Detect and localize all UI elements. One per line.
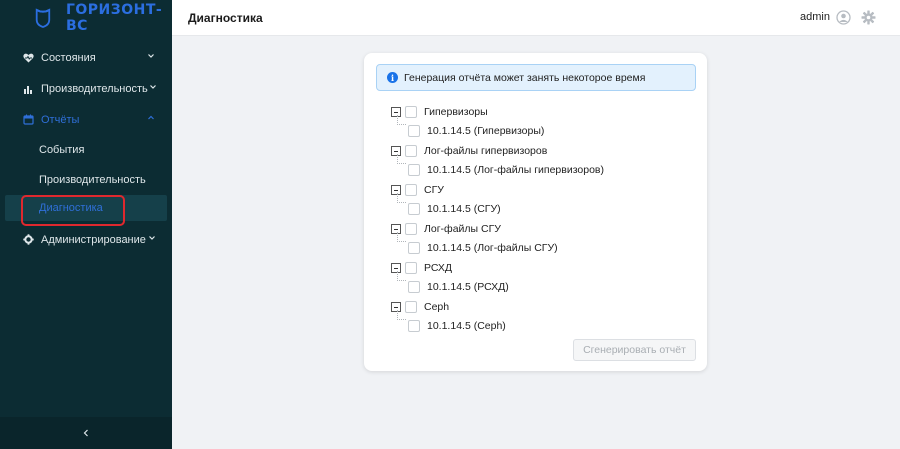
tree-leaf: 10.1.14.5 (Ceph): [408, 317, 506, 335]
group-checkbox[interactable]: [405, 145, 417, 157]
tree-group-label: РСХД: [424, 262, 452, 274]
info-text: Генерация отчёта может занять некоторое …: [404, 71, 646, 84]
sidebar-item-performance[interactable]: Производительность: [0, 73, 172, 104]
chevron-down-icon: [149, 236, 155, 240]
leaf-checkbox[interactable]: [408, 242, 420, 254]
sidebar-subitem-events[interactable]: События: [0, 135, 172, 165]
group-checkbox[interactable]: [405, 184, 417, 196]
sidebar-subitem-label: Производительность: [39, 174, 146, 186]
tree-leaf: 10.1.14.5 (Гипервизоры): [408, 122, 544, 140]
tree-connector: [397, 193, 406, 203]
tree-leaf: 10.1.14.5 (Лог-файлы СГУ): [408, 239, 558, 257]
tree-leaf: 10.1.14.5 (СГУ): [408, 200, 501, 218]
brand[interactable]: ГОРИЗОНТ-ВС: [0, 0, 172, 36]
group-checkbox[interactable]: [405, 106, 417, 118]
username[interactable]: admin: [800, 11, 830, 23]
sidebar-item-label: Производительность: [41, 82, 148, 95]
tree-leaf-label: 10.1.14.5 (Гипервизоры): [427, 125, 545, 137]
heart-icon: [22, 52, 34, 64]
leaf-checkbox[interactable]: [408, 125, 420, 137]
report-card: i Генерация отчёта может занять некоторо…: [364, 53, 707, 371]
chevron-up-icon: [148, 115, 154, 120]
tree-leaf-label: 10.1.14.5 (Лог-файлы СГУ): [427, 242, 558, 254]
brand-name: ГОРИЗОНТ-ВС: [65, 2, 163, 34]
collapse-sidebar-button[interactable]: [0, 417, 172, 449]
leaf-checkbox[interactable]: [408, 203, 420, 215]
tree-connector: [397, 232, 406, 242]
tree-connector: [397, 310, 406, 320]
sidebar: ГОРИЗОНТ-ВС Состояния Производительность…: [0, 0, 172, 449]
tree-group-label: Лог-файлы гипервизоров: [424, 145, 548, 157]
tree-group: Лог-файлы СГУ: [391, 220, 501, 238]
sidebar-subitem-performance[interactable]: Производительность: [0, 165, 172, 195]
tree-group-label: Ceph: [424, 301, 450, 313]
sidebar-subitem-diagnostics[interactable]: Диагностика: [5, 195, 167, 221]
leaf-checkbox[interactable]: [408, 164, 420, 176]
sidebar-item-label: Состояния: [41, 51, 96, 64]
tree-leaf-label: 10.1.14.5 (Лог-файлы гипервизоров): [427, 164, 604, 176]
sidebar-subitem-label: События: [39, 144, 85, 156]
user-avatar-icon[interactable]: [836, 10, 851, 25]
settings-gear-icon[interactable]: [861, 10, 876, 25]
tree-group: Лог-файлы гипервизоров: [391, 142, 547, 160]
calendar-icon: [22, 114, 34, 126]
tree-leaf-label: 10.1.14.5 (СГУ): [427, 203, 501, 215]
group-checkbox[interactable]: [405, 262, 417, 274]
group-checkbox[interactable]: [405, 223, 417, 235]
chevron-left-icon: [83, 429, 88, 437]
generate-report-label: Сгенерировать отчёт: [583, 344, 686, 356]
info-icon: i: [387, 72, 398, 83]
info-banner: i Генерация отчёта может занять некоторо…: [376, 64, 696, 91]
tree-leaf: 10.1.14.5 (Лог-файлы гипервизоров): [408, 161, 604, 179]
tree-leaf-label: 10.1.14.5 (РСХД): [427, 281, 509, 293]
sidebar-item-label: Отчёты: [41, 113, 80, 126]
sidebar-item-label: Администрирование: [41, 233, 146, 246]
logo-icon: [35, 8, 51, 28]
tree-connector: [397, 271, 406, 281]
topbar: Диагностика admin: [172, 0, 900, 36]
tree-leaf: 10.1.14.5 (РСХД): [408, 278, 509, 296]
bar-chart-icon: [22, 83, 34, 95]
tree-connector: [397, 154, 406, 164]
sidebar-nav: Состояния Производительность Отчёты Собы…: [0, 42, 172, 255]
sidebar-subitem-label: Диагностика: [39, 202, 103, 214]
tree-connector: [397, 115, 406, 125]
leaf-checkbox[interactable]: [408, 320, 420, 332]
generate-report-button[interactable]: Сгенерировать отчёт: [573, 339, 696, 361]
tree-leaf-label: 10.1.14.5 (Ceph): [427, 320, 506, 332]
group-checkbox[interactable]: [405, 301, 417, 313]
tree-group-label: Лог-файлы СГУ: [424, 223, 501, 235]
chevron-down-icon: [148, 54, 154, 58]
sidebar-item-administration[interactable]: Администрирование: [0, 224, 172, 255]
leaf-checkbox[interactable]: [408, 281, 420, 293]
tree-group-label: СГУ: [424, 184, 444, 196]
sidebar-item-states[interactable]: Состояния: [0, 42, 172, 73]
tree-group-label: Гипервизоры: [424, 106, 488, 118]
gear-icon: [22, 234, 34, 246]
sidebar-item-reports[interactable]: Отчёты: [0, 104, 172, 135]
page-title: Диагностика: [188, 11, 263, 25]
chevron-down-icon: [150, 85, 156, 89]
